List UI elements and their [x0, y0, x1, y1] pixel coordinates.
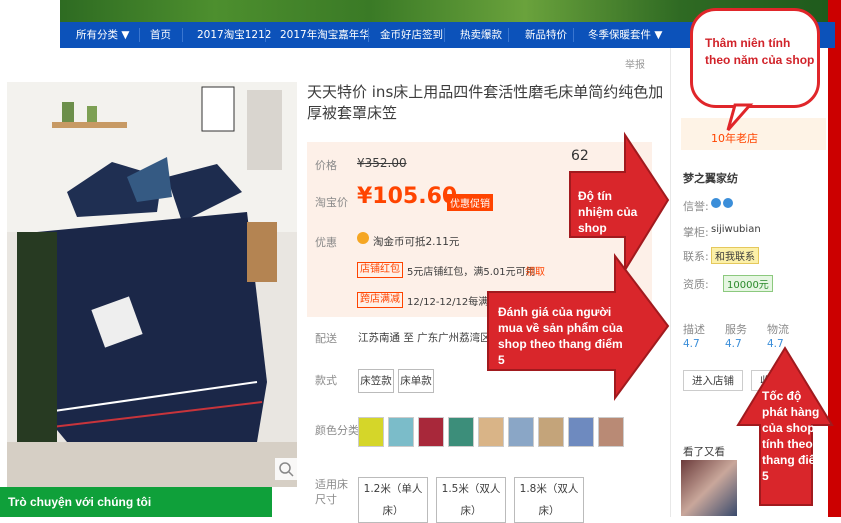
- annotation-arrows: [487, 103, 834, 506]
- annotation-shipping-text: Tốc độ phát hàng của shop tính theo than…: [762, 389, 827, 483]
- annotation-credit-text: Độ tín nhiệm của shop: [578, 189, 638, 235]
- annotation-rating-text: Đánh giá của người mua về sản phẩm của s…: [498, 305, 623, 367]
- chat-with-us-button[interactable]: Trò chuyện với chúng tôi: [0, 487, 272, 517]
